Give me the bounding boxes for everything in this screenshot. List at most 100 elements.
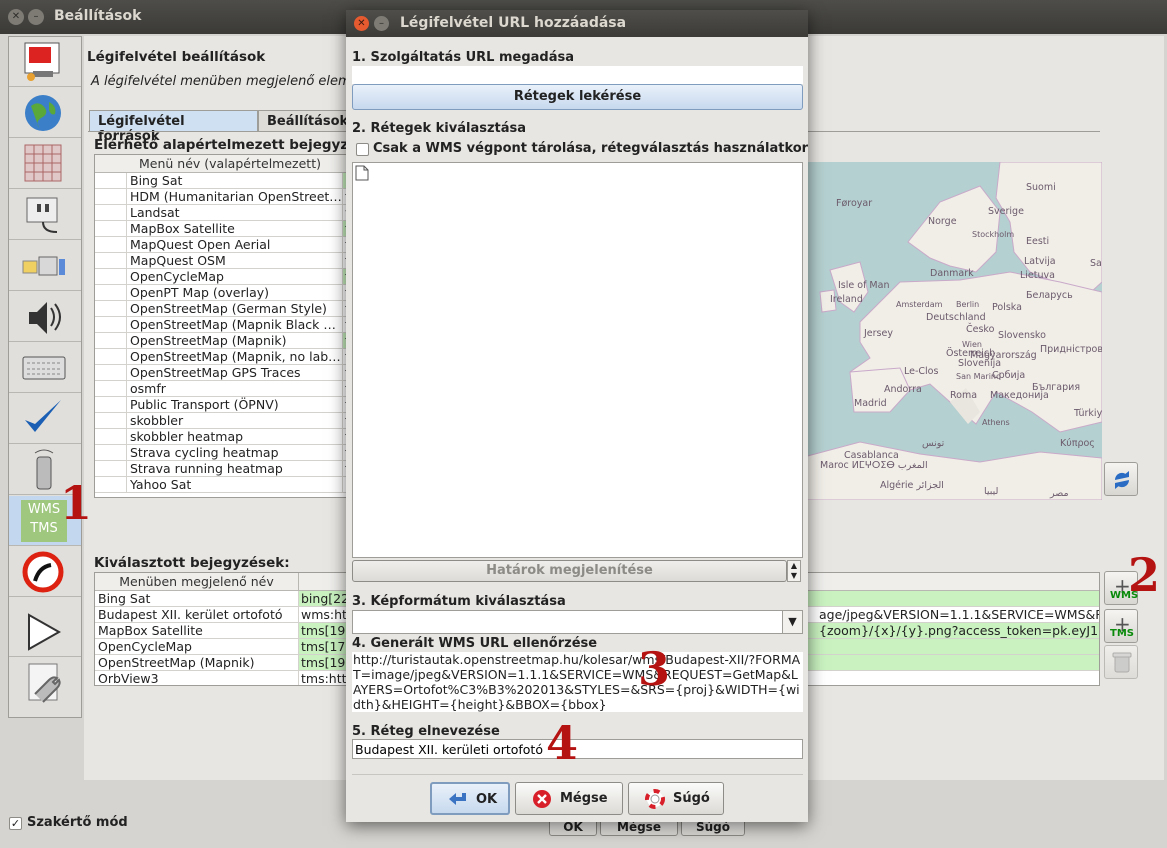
delete-entry-button[interactable]: [1104, 645, 1138, 679]
row-index-cell: [95, 333, 127, 348]
map-label: Amsterdam: [896, 300, 943, 309]
table-row[interactable]: MapBox Satellitet: [95, 221, 347, 237]
table-row[interactable]: OpenStreetMap (Mapnik)t: [95, 333, 347, 349]
sidebar-item-preferences-file[interactable]: [9, 658, 81, 708]
help-button[interactable]: Súgó: [628, 782, 724, 815]
sidebar-item-shortcuts[interactable]: [9, 343, 81, 393]
table-row[interactable]: Public Transport (ÖPNV)t: [95, 397, 347, 413]
row-index-cell: [95, 477, 127, 492]
sidebar-item-play[interactable]: [9, 607, 81, 657]
cancel-button[interactable]: Mégse: [515, 782, 623, 815]
step3-heading: 3. Képformátum kiválasztása: [352, 594, 566, 609]
service-url-input[interactable]: [352, 66, 803, 84]
ok-button[interactable]: OK: [430, 782, 510, 815]
minimize-icon[interactable]: –: [374, 16, 389, 31]
table-row[interactable]: skobbler heatmapt: [95, 429, 347, 445]
table-row[interactable]: skobblert: [95, 413, 347, 429]
row-name-cell: OpenStreetMap (Mapnik Black …: [127, 317, 343, 332]
table-row[interactable]: OpenStreetMap (Mapnik, no lab…t: [95, 349, 347, 365]
sidebar-item-projection[interactable]: [9, 139, 81, 189]
map-label: Andorra: [884, 384, 922, 395]
row-url-cell: tms:http: [301, 671, 347, 686]
sidebar-item-map[interactable]: [9, 88, 81, 138]
table-row[interactable]: MapQuest OSMt: [95, 253, 347, 269]
page-title: Légifelvétel beállítások: [87, 49, 266, 65]
map-label: Deutschland: [926, 312, 986, 323]
map-label: Србија: [992, 370, 1026, 381]
spinner-down-icon[interactable]: ▼: [788, 571, 800, 581]
table-row[interactable]: OpenStreetMap (Mapnik Black …t: [95, 317, 347, 333]
map-label: Latvija: [1024, 256, 1056, 267]
map-label: تونس: [922, 438, 945, 449]
chevron-down-icon[interactable]: ▼: [782, 611, 802, 633]
map-preview[interactable]: Suomi Føroyar Norge Sverige Stockholm Eesti La…: [800, 162, 1102, 500]
expert-mode-checkbox[interactable]: ✓: [9, 817, 22, 830]
available-entries-table[interactable]: Menü név (valapértelmezett) Bing SatbHDM…: [94, 154, 348, 498]
step1-heading: 1. Szolgáltatás URL megadása: [352, 50, 575, 65]
image-format-select[interactable]: ▼: [352, 610, 803, 634]
row-name-cell: MapBox Satellite: [95, 623, 299, 638]
row-url-cell: tms[17]: [301, 639, 347, 654]
map-label: Maroc ⵍⵎⵖⵔⵉⴱ المغرب: [820, 460, 928, 471]
annotation-number-4: 4: [546, 716, 579, 770]
table-row[interactable]: Landsatw: [95, 205, 347, 221]
document-icon: [355, 165, 369, 181]
row-name-cell: skobbler heatmap: [127, 429, 343, 444]
minimize-icon[interactable]: –: [28, 9, 44, 25]
row-name-cell: Budapest XII. kerület ortofotó: [95, 607, 299, 622]
row-index-cell: [95, 397, 127, 412]
table-row[interactable]: OpenPT Map (overlay)t: [95, 285, 347, 301]
close-icon[interactable]: ✕: [354, 16, 369, 31]
row-index-cell: [95, 205, 127, 220]
tab-settings[interactable]: Beállítások: [258, 110, 350, 132]
sidebar-item-validator[interactable]: [9, 394, 81, 444]
table-row[interactable]: osmfrt: [95, 381, 347, 397]
refresh-map-button[interactable]: [1104, 462, 1138, 496]
row-name-cell: Landsat: [127, 205, 343, 220]
wms-only-checkbox[interactable]: [356, 143, 369, 156]
annotation-number-1: 1: [60, 476, 93, 530]
tab-imagery-sources[interactable]: Légifelvétel források: [89, 110, 258, 144]
generated-url-text[interactable]: http://turistautak.openstreetmap.hu/kole…: [352, 652, 803, 712]
map-label: Беларусь: [1026, 290, 1073, 301]
row-index-cell: [95, 445, 127, 460]
map-label: Roma: [950, 390, 978, 401]
row-name-cell: OpenStreetMap (Mapnik): [127, 333, 343, 348]
table-row[interactable]: Strava running heatmapt: [95, 461, 347, 477]
row-name-cell: OpenStreetMap (German Style): [127, 301, 343, 316]
table-row[interactable]: Yahoo Sath: [95, 477, 347, 493]
sidebar-item-audio[interactable]: [9, 292, 81, 342]
sidebar-item-display[interactable]: [9, 37, 81, 87]
row-name-cell: Strava running heatmap: [127, 461, 343, 476]
table-row[interactable]: OpenStreetMap GPS Tracest: [95, 365, 347, 381]
bounds-spinner[interactable]: ▲ ▼: [787, 560, 801, 582]
annotation-number-3: 3: [638, 642, 671, 696]
sidebar-item-tagging[interactable]: [9, 547, 81, 597]
row-index-cell: [95, 189, 127, 204]
column-header-menu-name[interactable]: Menü név (valapértelmezett): [95, 155, 347, 173]
sidebar-item-plugins[interactable]: [9, 190, 81, 240]
row-index-cell: [95, 285, 127, 300]
table-row[interactable]: HDM (Humanitarian OpenStreet…t: [95, 189, 347, 205]
row-name-cell: Public Transport (ÖPNV): [127, 397, 343, 412]
show-bounds-button[interactable]: Határok megjelenítése: [352, 560, 787, 582]
row-index-cell: [95, 173, 127, 188]
add-imagery-url-dialog: ✕ – Légifelvétel URL hozzáadása 1. Szolg…: [346, 10, 808, 822]
window-title: Beállítások: [54, 8, 142, 24]
dialog-title: Légifelvétel URL hozzáadása: [400, 15, 627, 31]
table-row[interactable]: Strava cycling heatmapt: [95, 445, 347, 461]
available-entries-label: Elérhető alapértelmezett bejegyzés: [94, 137, 366, 153]
spinner-up-icon[interactable]: ▲: [788, 561, 800, 571]
preferences-sidebar: WMS TMS: [8, 36, 82, 718]
sidebar-item-advanced[interactable]: [9, 241, 81, 291]
fetch-layers-button[interactable]: Rétegek lekérése: [352, 84, 803, 110]
table-row[interactable]: OpenCycleMapt: [95, 269, 347, 285]
add-tms-button[interactable]: + TMS: [1104, 609, 1138, 643]
table-row[interactable]: Bing Satb: [95, 173, 347, 189]
close-icon[interactable]: ✕: [8, 9, 24, 25]
dialog-separator: [352, 774, 803, 775]
column-header-display-name[interactable]: Menüben megjelenő név: [95, 573, 299, 591]
layers-tree[interactable]: [352, 162, 803, 558]
table-row[interactable]: OpenStreetMap (German Style)t: [95, 301, 347, 317]
table-row[interactable]: MapQuest Open Aerialt: [95, 237, 347, 253]
